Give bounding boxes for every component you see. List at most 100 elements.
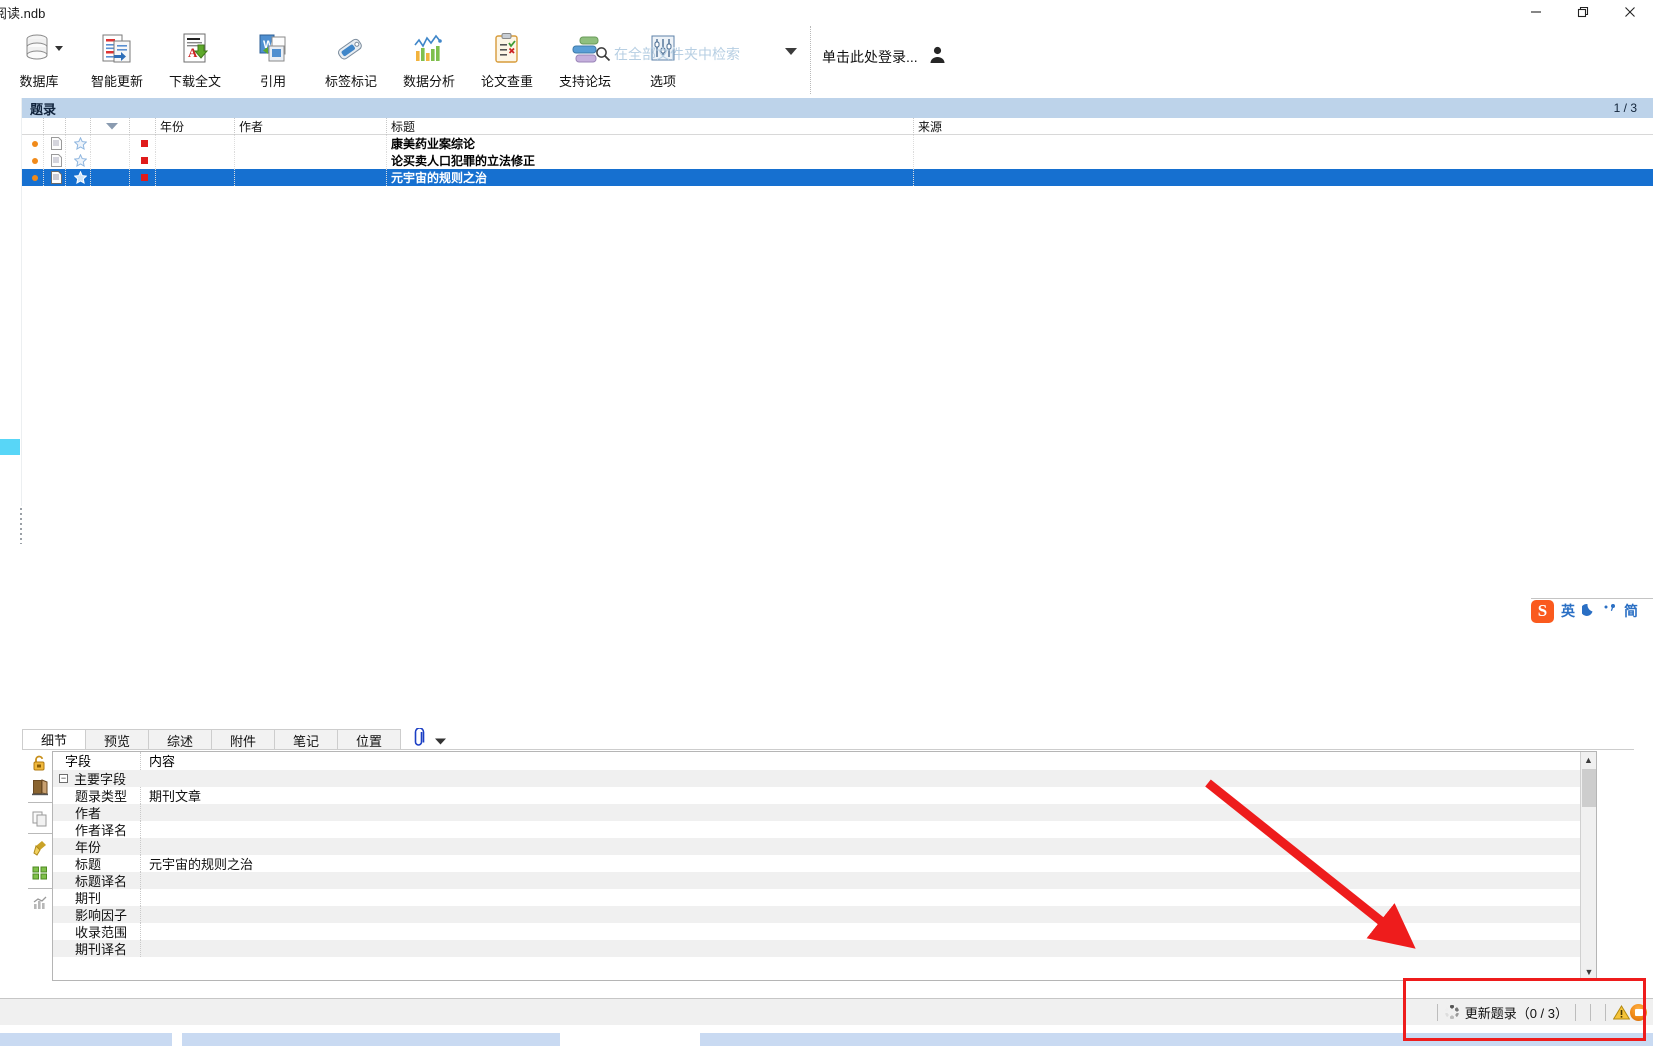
cell-year [156, 169, 235, 186]
punctuation-icon[interactable] [1603, 602, 1617, 621]
toolbar-button-smart-update[interactable]: 智能更新 [78, 24, 156, 96]
header-field: 字段 [53, 752, 141, 770]
column-header-sort[interactable] [91, 117, 130, 135]
table-row[interactable]: 元宇宙的规则之治 [22, 169, 1653, 186]
star-icon[interactable] [66, 135, 91, 152]
field-row[interactable]: 标题译名 [53, 872, 1596, 889]
column-header-flag[interactable] [130, 117, 156, 135]
close-button[interactable] [1606, 0, 1653, 24]
toolbar-label: 论文查重 [480, 74, 533, 89]
tab-underline [22, 749, 1634, 750]
sogou-ime-bar[interactable]: S 英 简 [1531, 598, 1653, 623]
column-header-star[interactable] [66, 117, 91, 135]
field-name: 期刊译名 [53, 940, 141, 957]
tab-location[interactable]: 位置 [337, 729, 401, 750]
search-scope-dropdown[interactable] [785, 48, 797, 55]
toolbar-label: 下载全文 [168, 74, 221, 89]
toolbar-button-database[interactable]: 数据库 [0, 24, 78, 96]
chart-icon[interactable] [29, 893, 51, 913]
tab-review[interactable]: 综述 [148, 729, 212, 750]
taskbar-item[interactable] [182, 1033, 560, 1046]
column-header-year[interactable]: 年份 [156, 117, 235, 135]
taskbar-item[interactable] [700, 1033, 1653, 1046]
toolbar-button-data-analysis[interactable]: 数据分析 [390, 24, 468, 96]
field-row[interactable]: 作者译名 [53, 821, 1596, 838]
field-row[interactable]: 年份 [53, 838, 1596, 855]
minimize-button[interactable] [1512, 0, 1559, 24]
spinner-icon [1444, 1005, 1459, 1019]
global-search[interactable] [592, 40, 782, 68]
taskbar-item[interactable] [0, 1033, 172, 1046]
field-row[interactable]: 收录范围 [53, 923, 1596, 940]
detail-icon-rail [26, 753, 54, 913]
field-row[interactable]: 标题 元宇宙的规则之治 [53, 855, 1596, 872]
document-icon[interactable] [44, 152, 66, 169]
tab-attachments[interactable]: 附件 [211, 729, 275, 750]
update-progress-item[interactable]: 更新题录（0 / 3） [1444, 1003, 1568, 1022]
chevron-down-icon [55, 46, 63, 51]
scroll-up-icon[interactable]: ▲ [1581, 752, 1596, 768]
login-area[interactable]: 单击此处登录... [822, 45, 947, 69]
left-strip [0, 98, 22, 748]
tab-notes[interactable]: 笔记 [274, 729, 338, 750]
brush-icon[interactable] [29, 838, 51, 858]
taskbar [0, 1025, 1653, 1046]
collapse-icon[interactable]: − [59, 774, 68, 783]
toolbar-button-tag-mark[interactable]: 标签标记 [312, 24, 390, 96]
star-icon[interactable] [66, 152, 91, 169]
open-door-icon[interactable] [29, 778, 51, 798]
restore-button[interactable] [1559, 0, 1606, 24]
field-grid-scrollbar[interactable]: ▲ ▼ [1580, 752, 1596, 980]
tab-details[interactable]: 细节 [22, 729, 86, 750]
column-header-title[interactable]: 标题 [387, 117, 914, 135]
field-value[interactable]: 期刊文章 [141, 786, 201, 805]
field-row[interactable]: 影响因子 [53, 906, 1596, 923]
chevron-down-icon[interactable] [435, 732, 446, 750]
window-controls [1512, 0, 1653, 24]
orange-orb-icon[interactable] [1630, 1003, 1647, 1021]
warning-icon[interactable] [1613, 1004, 1630, 1020]
toolbar-label: 标签标记 [324, 74, 377, 89]
toolbar-divider [810, 26, 811, 94]
scroll-down-icon[interactable]: ▼ [1581, 964, 1596, 980]
table-row[interactable]: 康美药业案综论 [22, 135, 1653, 152]
document-icon[interactable] [44, 135, 66, 152]
field-name: 标题译名 [53, 872, 141, 889]
toolbar-button-cite[interactable]: W 引用 [234, 24, 312, 96]
unlock-icon[interactable] [29, 753, 51, 773]
field-row[interactable]: 作者 [53, 804, 1596, 821]
red-flag-icon [141, 140, 148, 147]
column-header-source[interactable]: 来源 [914, 118, 1653, 135]
column-header-doc[interactable] [44, 117, 66, 135]
green-squares-icon[interactable] [29, 863, 51, 883]
plagiarism-check-icon [487, 30, 527, 68]
star-icon[interactable] [66, 169, 91, 186]
column-header-status[interactable] [22, 117, 44, 135]
field-row[interactable]: 期刊译名 [53, 940, 1596, 957]
field-row[interactable]: 题录类型 期刊文章 [53, 787, 1596, 804]
search-input[interactable] [614, 46, 774, 62]
tab-preview[interactable]: 预览 [85, 729, 149, 750]
folder-tree-marker[interactable] [0, 439, 20, 455]
cell-author [235, 169, 387, 186]
scrollbar-thumb[interactable] [1582, 769, 1596, 807]
table-row[interactable]: 论买卖人口犯罪的立法修正 [22, 152, 1653, 169]
ime-mode-button[interactable]: 英 [1561, 601, 1575, 621]
field-group-row[interactable]: − 主要字段 [53, 770, 1596, 787]
red-flag-icon [141, 157, 148, 164]
toolbar-button-plagiarism-check[interactable]: 论文查重 [468, 24, 546, 96]
moon-icon[interactable] [1580, 602, 1596, 620]
window-title-bar: 阅读.ndb [0, 0, 1653, 24]
cell-title: 元宇宙的规则之治 [387, 169, 914, 186]
update-progress-label: 更新题录（0 / 3） [1464, 1005, 1568, 1021]
copy-icon[interactable] [29, 808, 51, 828]
ime-script-button[interactable]: 简 [1624, 601, 1638, 621]
toolbar-button-download-fulltext[interactable]: A 下载全文 [156, 24, 234, 96]
field-value[interactable]: 元宇宙的规则之治 [141, 854, 253, 873]
status-divider [1436, 1003, 1438, 1021]
column-header-author[interactable]: 作者 [235, 117, 387, 135]
sogou-logo-icon[interactable]: S [1531, 599, 1554, 623]
field-row[interactable]: 期刊 [53, 889, 1596, 906]
document-icon[interactable] [44, 169, 66, 186]
status-divider [1605, 1003, 1606, 1021]
